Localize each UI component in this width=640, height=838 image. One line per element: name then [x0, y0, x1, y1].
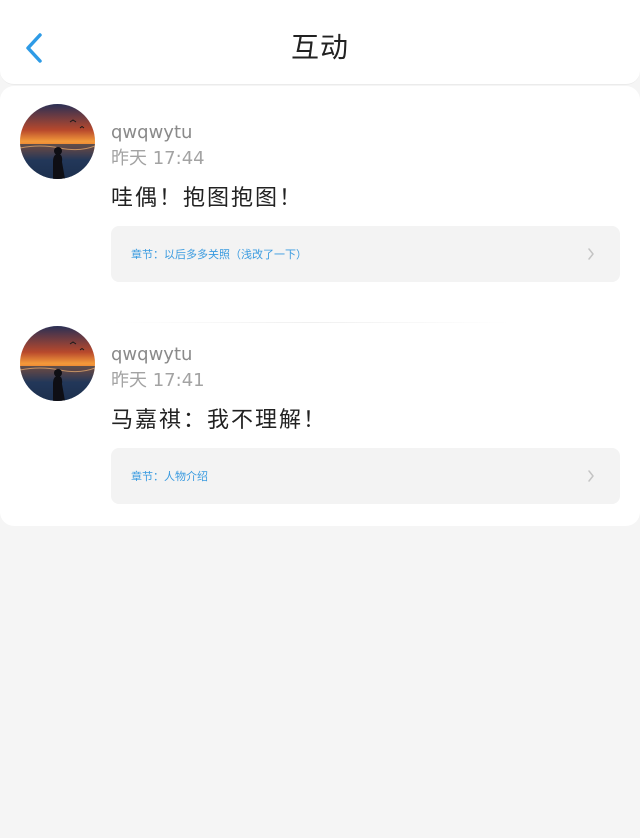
chapter-label: 章节：以后多多关照（浅改了一下） — [131, 248, 307, 261]
comment-item: qwqwytu 昨天 17:41 马嘉祺：我不理解！ 章节：人物介绍 — [0, 326, 640, 526]
timestamp: 昨天 17:44 — [111, 148, 205, 169]
chapter-label: 章节：人物介绍 — [131, 470, 208, 483]
username: qwqwytu — [111, 344, 193, 365]
comment-item: qwqwytu 昨天 17:44 哇偶！抱图抱图！ 章节：以后多多关照（浅改了一… — [0, 104, 640, 323]
comment-text: 哇偶！抱图抱图！ — [111, 186, 304, 211]
timestamp: 昨天 17:41 — [111, 370, 205, 391]
chevron-right-icon — [588, 470, 594, 482]
screen: 互动 qwqwytu 昨天 17:44 哇偶！抱图抱图！ 章节：以后多多关照（浅… — [0, 0, 640, 838]
avatar[interactable] — [20, 326, 95, 401]
chevron-right-icon — [588, 248, 594, 260]
comment-text: 马嘉祺：我不理解！ — [111, 408, 328, 433]
username: qwqwytu — [111, 122, 193, 143]
avatar[interactable] — [20, 104, 95, 179]
divider — [111, 322, 511, 323]
chapter-link[interactable]: 章节：以后多多关照（浅改了一下） — [111, 226, 620, 282]
nav-header: 互动 — [0, 0, 640, 85]
page-title: 互动 — [290, 31, 349, 64]
comment-list: qwqwytu 昨天 17:44 哇偶！抱图抱图！ 章节：以后多多关照（浅改了一… — [0, 86, 640, 526]
chapter-link[interactable]: 章节：人物介绍 — [111, 448, 620, 504]
